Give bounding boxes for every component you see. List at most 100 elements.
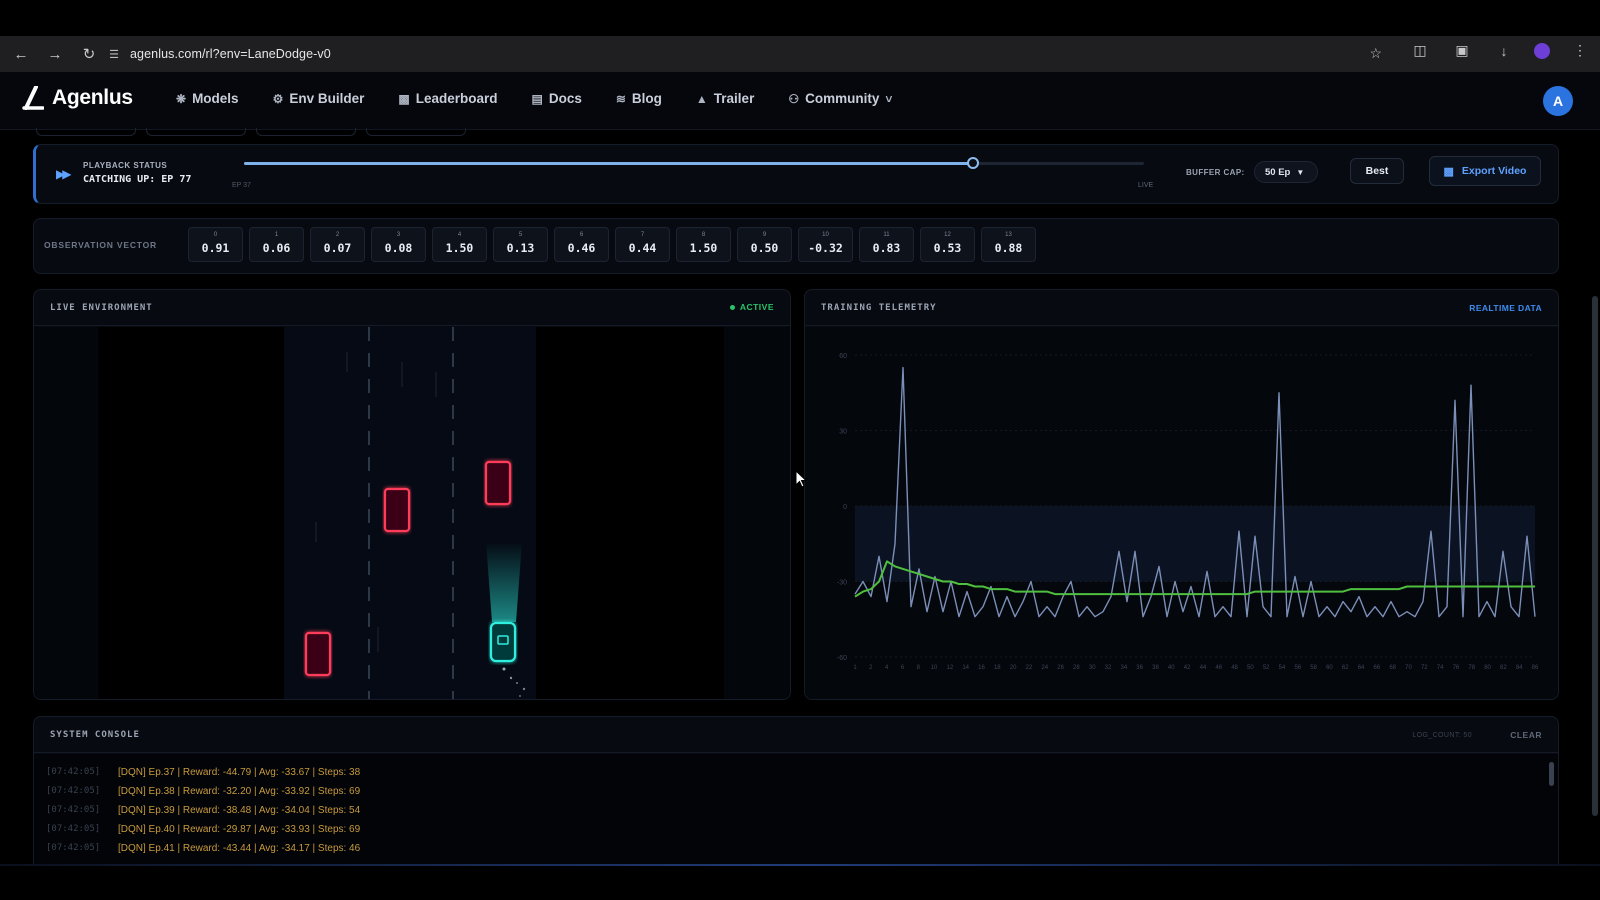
x-tick-label: 22 xyxy=(1026,665,1033,671)
site-info-icon[interactable]: ☰ xyxy=(104,48,124,61)
log-timestamp: [07:42:05] xyxy=(46,805,101,815)
download-icon[interactable]: ↓ xyxy=(1492,43,1516,59)
star-icon[interactable]: ☆ xyxy=(1369,45,1382,62)
console-scrollbar[interactable] xyxy=(1549,762,1554,786)
x-tick-label: 62 xyxy=(1342,665,1349,671)
observation-value: 0.44 xyxy=(628,241,657,255)
observation-cell: 1 0.06 xyxy=(249,227,304,262)
nav-community[interactable]: ⚇ Community ˅ xyxy=(788,91,892,106)
profile-icon[interactable] xyxy=(1534,42,1550,59)
observation-value: 0.46 xyxy=(567,241,596,255)
observation-value: 0.13 xyxy=(506,241,535,255)
playback-slider[interactable] xyxy=(244,157,1144,169)
observation-value: 0.08 xyxy=(384,241,413,255)
browser-toolbar: ← → ↻ ☰ agenlus.com/rl?env=LaneDodge-v0 … xyxy=(0,36,1600,72)
nav-docs[interactable]: ▤ Docs xyxy=(531,91,581,106)
best-button[interactable]: Best xyxy=(1350,158,1404,184)
console-output[interactable]: [07:42:05] [DQN] Ep.37 | Reward: -44.79 |… xyxy=(34,754,1558,865)
menu-icon[interactable]: ⋮ xyxy=(1568,42,1592,59)
x-tick-label: 64 xyxy=(1358,665,1365,671)
x-tick-label: 70 xyxy=(1405,665,1412,671)
y-tick-label: 0 xyxy=(843,504,847,511)
status-dot-icon xyxy=(729,304,735,310)
active-label: ACTIVE xyxy=(739,302,774,312)
log-message: [DQN] Ep.40 | Reward: -29.87 | Avg: -33.… xyxy=(118,824,361,835)
slider-end-label: LIVE xyxy=(1138,182,1154,189)
x-tick-label: 78 xyxy=(1468,665,1475,671)
nav-trailer[interactable]: ▲ Trailer xyxy=(696,91,754,106)
x-tick-label: 10 xyxy=(931,665,938,671)
page-scrollbar[interactable] xyxy=(1592,296,1598,816)
exhaust-particle xyxy=(519,695,521,697)
log-message: [DQN] Ep.41 | Reward: -43.44 | Avg: -34.… xyxy=(118,843,361,854)
observation-cell: 0 0.91 xyxy=(188,227,243,262)
log-timestamp: [07:42:05] xyxy=(46,786,101,796)
obstacle-car xyxy=(383,487,411,533)
environment-canvas[interactable] xyxy=(34,327,790,699)
back-icon[interactable]: ← xyxy=(6,39,36,69)
offroad-left xyxy=(34,327,98,699)
film-icon: ▩ xyxy=(1443,165,1454,178)
bar-chart-icon: ▩ xyxy=(398,91,410,106)
export-video-button[interactable]: ▩ Export Video xyxy=(1429,156,1541,186)
panel-header: TRAINING TELEMETRY REALTIME DATA xyxy=(805,290,1558,326)
observation-cell: 11 0.83 xyxy=(859,227,914,262)
x-tick-label: 46 xyxy=(1215,665,1222,671)
observation-label: OBSERVATION VECTOR xyxy=(44,240,157,250)
observation-index: 5 xyxy=(518,232,523,238)
x-tick-label: 54 xyxy=(1279,665,1286,671)
log-message: [DQN] Ep.38 | Reward: -32.20 | Avg: -33.… xyxy=(118,786,361,797)
console-title: SYSTEM CONSOLE xyxy=(50,730,140,740)
observation-cell: 12 0.53 xyxy=(920,227,975,262)
tab-placeholder[interactable] xyxy=(256,128,356,136)
nav-models[interactable]: ❋ Models xyxy=(176,91,239,106)
tab-placeholder[interactable] xyxy=(146,128,246,136)
nav-label: Env Builder xyxy=(289,91,365,106)
x-tick-label: 42 xyxy=(1184,665,1191,671)
observation-index: 11 xyxy=(883,232,890,238)
x-tick-label: 14 xyxy=(962,665,969,671)
url-text[interactable]: agenlus.com/rl?env=LaneDodge-v0 xyxy=(130,47,331,61)
x-tick-label: 26 xyxy=(1057,665,1064,671)
observation-value: 1.50 xyxy=(689,241,718,255)
reload-icon[interactable]: ↻ xyxy=(74,39,104,69)
forward-icon[interactable]: → xyxy=(40,39,70,69)
x-tick-label: 48 xyxy=(1231,665,1238,671)
observation-index: 10 xyxy=(822,232,829,238)
brand-logo[interactable]: Agenlus xyxy=(22,86,133,110)
agent-car[interactable] xyxy=(489,621,517,663)
x-tick-label: 50 xyxy=(1247,665,1254,671)
user-avatar[interactable]: A xyxy=(1543,86,1573,116)
console-line: [07:42:05] [DQN] Ep.41 | Reward: -43.44 |… xyxy=(46,843,360,854)
observation-value: 1.50 xyxy=(445,241,474,255)
console-line: [07:42:05] [DQN] Ep.39 | Reward: -38.48 |… xyxy=(46,805,360,816)
address-bar[interactable]: ☰ agenlus.com/rl?env=LaneDodge-v0 ☆ xyxy=(104,41,1394,67)
tab-placeholder[interactable] xyxy=(366,128,466,136)
panel-header: LIVE ENVIRONMENT ACTIVE xyxy=(34,290,790,326)
x-tick-label: 6 xyxy=(901,665,905,671)
nav-env-builder[interactable]: ⚙ Env Builder xyxy=(273,91,365,106)
slider-start-label: EP 37 xyxy=(232,182,251,189)
nav-label: Trailer xyxy=(713,91,755,106)
builder-icon: ⚙ xyxy=(272,91,284,106)
cast-icon[interactable]: ▣ xyxy=(1450,42,1474,59)
logo-icon xyxy=(22,86,44,110)
observation-value: 0.50 xyxy=(750,241,779,255)
x-tick-label: 68 xyxy=(1389,665,1396,671)
extensions-icon[interactable]: ◫ xyxy=(1408,42,1432,59)
x-tick-label: 1 xyxy=(853,665,857,671)
realtime-badge[interactable]: REALTIME DATA xyxy=(1469,303,1542,313)
slider-thumb[interactable] xyxy=(967,157,979,169)
browser-actions: ◫ ▣ ↓ ⋮ xyxy=(1408,42,1592,59)
nav-blog[interactable]: ≋ Blog xyxy=(616,91,662,106)
nav-leaderboard[interactable]: ▩ Leaderboard xyxy=(398,91,497,106)
clear-button[interactable]: CLEAR xyxy=(1510,730,1542,740)
playback-status: CATCHING UP: EP 77 xyxy=(83,174,192,185)
exhaust-particle xyxy=(522,687,526,691)
observation-index: 6 xyxy=(579,232,584,238)
log-message: [DQN] Ep.37 | Reward: -44.79 | Avg: -33.… xyxy=(118,767,361,778)
buffer-cap-select[interactable]: 50 Ep ▼ xyxy=(1254,161,1318,183)
tab-strip-scrolled xyxy=(36,128,466,136)
observation-index: 12 xyxy=(944,232,951,238)
tab-placeholder[interactable] xyxy=(36,128,136,136)
